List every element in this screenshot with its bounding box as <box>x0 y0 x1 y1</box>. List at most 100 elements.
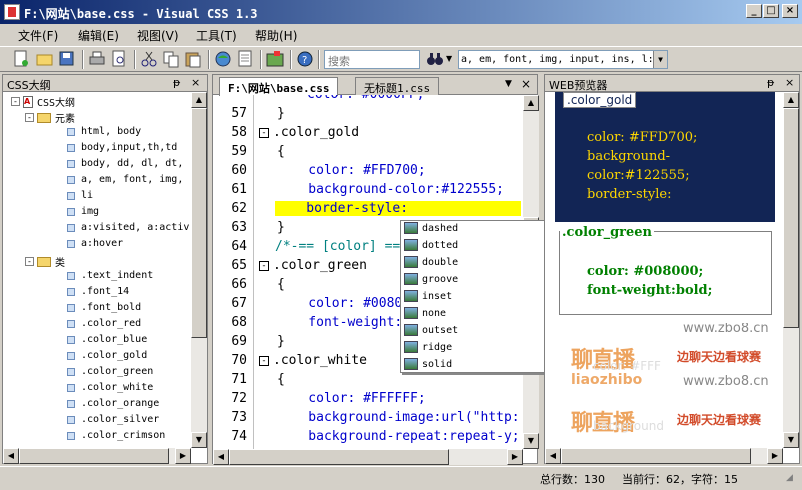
tree-root[interactable]: - A CSS大纲 <box>11 94 75 110</box>
tree-folder-elements[interactable]: - 元素 <box>25 110 75 126</box>
scroll-thumb[interactable] <box>561 448 751 464</box>
scroll-thumb[interactable] <box>191 108 207 338</box>
list-item[interactable]: .color_green <box>67 366 153 382</box>
list-item[interactable]: li <box>67 190 93 206</box>
scroll-down-icon[interactable]: ▼ <box>783 432 799 448</box>
ad-banner[interactable]: 聊直播 边聊天边看球赛 background <box>571 405 785 445</box>
menu-tools[interactable]: 工具(T) <box>196 27 237 44</box>
preview-vertical-scrollbar[interactable]: ▲ ▼ <box>783 92 799 448</box>
tab-list-dropdown-icon[interactable]: ▼ <box>505 79 512 89</box>
scroll-up-icon[interactable]: ▲ <box>523 95 539 111</box>
fold-toggle[interactable]: - <box>259 127 269 138</box>
print-preview-icon[interactable] <box>110 50 128 68</box>
menu-edit[interactable]: 编辑(E) <box>78 27 119 44</box>
list-item[interactable]: html, body <box>67 126 141 142</box>
scroll-right-icon[interactable]: ▶ <box>767 448 783 464</box>
code-line: - .color_white <box>259 353 367 372</box>
document-icon[interactable] <box>236 50 254 68</box>
fold-toggle[interactable]: - <box>259 260 269 271</box>
list-item[interactable]: .color_white <box>67 382 153 398</box>
copy-icon[interactable] <box>162 50 180 68</box>
tab-untitled[interactable]: 无标题1.css <box>355 77 440 95</box>
autocomplete-item[interactable]: groove <box>404 273 458 290</box>
chevron-down-icon[interactable]: ▼ <box>653 51 667 68</box>
preview-browser-icon[interactable] <box>214 50 232 68</box>
list-item[interactable]: .color_orange <box>67 398 159 414</box>
scroll-right-icon[interactable]: ▶ <box>175 448 191 464</box>
insert-image-icon[interactable] <box>266 50 284 68</box>
list-item[interactable]: body, dd, dl, dt, <box>67 158 183 174</box>
autocomplete-item[interactable]: ridge <box>404 341 452 358</box>
current-code-line[interactable]: border-style: <box>275 201 521 220</box>
binoculars-icon[interactable] <box>426 50 444 68</box>
maximize-button[interactable]: □ <box>763 4 779 18</box>
menu-view[interactable]: 视图(V) <box>137 27 179 44</box>
print-icon[interactable] <box>88 50 106 68</box>
help-icon[interactable]: ? <box>296 50 314 68</box>
list-item[interactable]: .text_indent <box>67 270 153 286</box>
autocomplete-item[interactable]: double <box>404 256 458 273</box>
scroll-thumb[interactable] <box>229 449 449 465</box>
pin-icon[interactable]: ᵽ <box>173 76 180 89</box>
autocomplete-item[interactable]: inset <box>404 290 452 307</box>
close-icon[interactable]: × <box>785 76 794 89</box>
css-rule-icon <box>67 335 75 344</box>
preview-viewport[interactable]: .color_gold color: #FFD700; background- … <box>545 92 785 448</box>
open-folder-icon[interactable] <box>36 50 54 68</box>
list-item[interactable]: .color_red <box>67 318 141 334</box>
css-rule-icon <box>67 239 75 248</box>
scroll-up-icon[interactable]: ▲ <box>191 92 207 108</box>
scroll-right-icon[interactable]: ▶ <box>507 449 523 465</box>
save-icon[interactable] <box>58 50 76 68</box>
list-item[interactable]: body,input,th,td <box>67 142 177 158</box>
fold-toggle[interactable]: - <box>259 355 269 366</box>
search-input[interactable]: 搜索 <box>324 50 420 69</box>
close-button[interactable]: × <box>782 4 798 18</box>
list-item[interactable]: a, em, font, img, <box>67 174 183 190</box>
autocomplete-item[interactable]: dotted <box>404 239 458 256</box>
tab-base-css[interactable]: F:\网站\base.css <box>219 77 339 96</box>
list-item[interactable]: a:hover <box>67 238 123 254</box>
list-item[interactable]: .color_blue <box>67 334 147 350</box>
menu-help[interactable]: 帮助(H) <box>255 27 297 44</box>
editor-horizontal-scrollbar[interactable]: ◀ ▶ <box>213 449 523 465</box>
tree-folder-classes[interactable]: -类 <box>25 254 65 270</box>
list-item[interactable]: img <box>67 206 99 222</box>
pin-icon[interactable]: ᵽ <box>767 76 774 89</box>
close-tab-icon[interactable]: × <box>521 77 531 91</box>
list-item[interactable]: .font_bold <box>67 302 141 318</box>
list-item[interactable]: .color_crimson <box>67 430 165 446</box>
ad-banner[interactable]: 聊直播 边聊天边看球赛 liaozhibo www.zbo8.cn color:… <box>571 342 785 389</box>
list-item[interactable]: .font_14 <box>67 286 129 302</box>
search-dropdown-icon[interactable]: ▼ <box>446 54 452 63</box>
close-icon[interactable]: × <box>191 76 200 89</box>
paste-icon[interactable] <box>184 50 202 68</box>
list-item[interactable]: .color_silver <box>67 414 159 430</box>
cut-icon[interactable] <box>140 50 158 68</box>
selector-combobox[interactable]: a, em, font, img, input, ins, l: ▼ <box>458 50 668 69</box>
scroll-thumb[interactable] <box>783 108 799 328</box>
resize-grip-icon[interactable]: ◢ <box>786 473 793 483</box>
menu-file[interactable]: 文件(F) <box>18 27 58 44</box>
scroll-down-icon[interactable]: ▼ <box>523 433 539 449</box>
autocomplete-item[interactable]: outset <box>404 324 458 341</box>
list-item[interactable]: a:visited, a:activ <box>67 222 189 238</box>
outline-horizontal-scrollbar[interactable]: ◀ ▶ <box>3 448 191 464</box>
list-item-label: .color_red <box>81 318 142 329</box>
scroll-left-icon[interactable]: ◀ <box>545 448 561 464</box>
scroll-up-icon[interactable]: ▲ <box>783 92 799 108</box>
scroll-left-icon[interactable]: ◀ <box>3 448 19 464</box>
scroll-left-icon[interactable]: ◀ <box>213 449 229 465</box>
list-item-label: .color_silver <box>81 414 160 425</box>
scroll-thumb[interactable] <box>19 448 169 464</box>
outline-vertical-scrollbar[interactable]: ▲ ▼ <box>191 92 207 448</box>
new-file-icon[interactable] <box>12 50 30 68</box>
autocomplete-item[interactable]: none <box>404 307 446 324</box>
app-icon[interactable] <box>4 4 20 20</box>
list-item[interactable]: .color_gold <box>67 350 147 366</box>
minimize-button[interactable]: _ <box>746 4 762 18</box>
preview-horizontal-scrollbar[interactable]: ◀ ▶ <box>545 448 783 464</box>
scroll-down-icon[interactable]: ▼ <box>191 432 207 448</box>
autocomplete-item[interactable]: solid <box>404 358 452 375</box>
autocomplete-item[interactable]: dashed <box>404 222 458 239</box>
